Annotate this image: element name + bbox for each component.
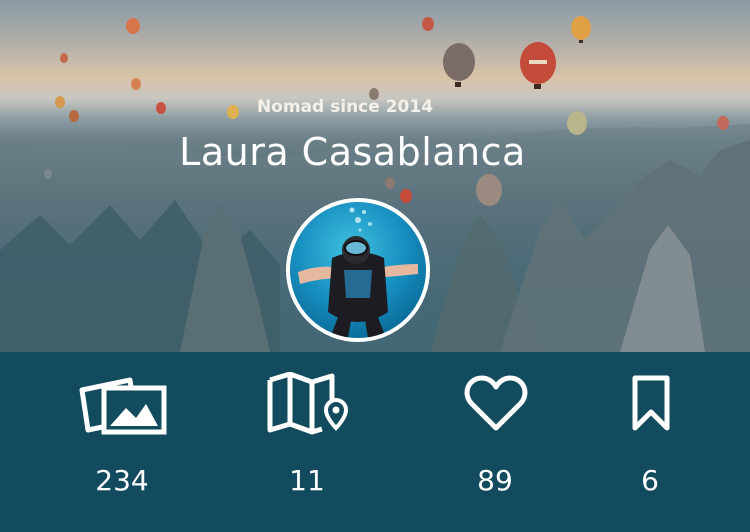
balloon-mid-1	[476, 174, 502, 206]
member-since-label: Nomad since 2014	[256, 97, 434, 117]
balloon-mid-2	[400, 189, 412, 203]
profile-name: Laura Casablanca	[179, 130, 526, 174]
balloon-small-2	[422, 17, 434, 31]
stat-bookmarks[interactable]: 6	[605, 372, 695, 502]
balloon-large-gray	[443, 43, 475, 87]
heart-icon	[464, 372, 528, 438]
photos-icon	[78, 372, 168, 440]
photos-count: 234	[95, 464, 149, 497]
balloon-small-4	[131, 78, 141, 90]
diver-photo	[298, 207, 418, 338]
places-count: 11	[289, 464, 325, 497]
bookmarks-count: 6	[641, 464, 659, 497]
stat-places[interactable]: 11	[262, 371, 352, 502]
bookmark-icon	[629, 372, 673, 438]
balloon-small-3	[60, 53, 68, 63]
avatar[interactable]	[286, 198, 430, 342]
likes-count: 89	[477, 464, 513, 497]
balloon-small-1	[126, 18, 140, 34]
map-icon	[266, 371, 352, 440]
balloon-large-red	[520, 42, 556, 89]
balloon-small-11	[717, 116, 729, 130]
profile-card: Nomad since 2014 Laura Casablanca 234 11…	[0, 0, 750, 532]
stat-likes[interactable]: 89	[450, 372, 540, 502]
balloon-orange	[571, 16, 591, 43]
balloon-mid-3	[385, 177, 395, 189]
stat-photos[interactable]: 234	[72, 372, 172, 502]
